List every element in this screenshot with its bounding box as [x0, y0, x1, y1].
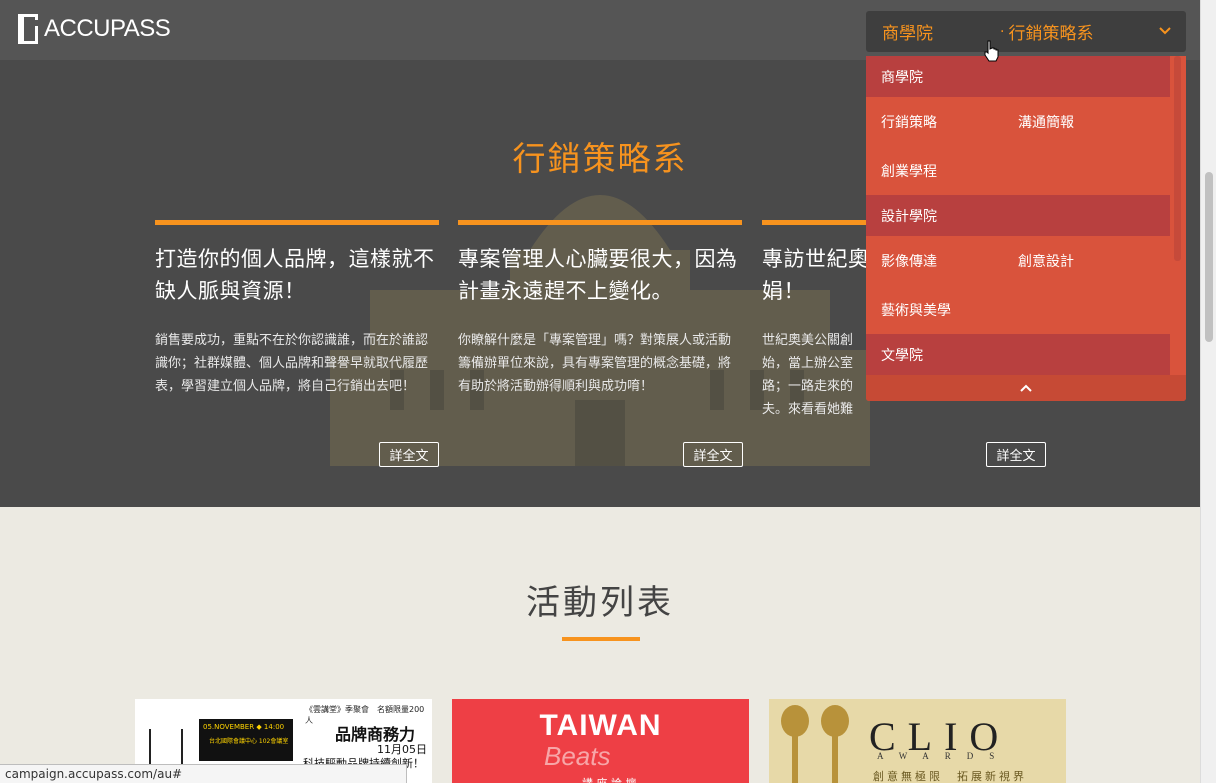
event-card[interactable]: TAIWAN Beats 講 座 論 壇 [452, 699, 749, 783]
card-accent-bar [762, 220, 872, 225]
article-title[interactable]: 打造你的個人品牌，這樣就不缺人脈與資源！ [155, 243, 439, 307]
event-card[interactable]: CLIO AWARDS 創意無極限 拓展新視界 [769, 699, 1066, 783]
page-scroll-thumb[interactable] [1205, 172, 1213, 342]
department-dropdown: 商學院 行銷策略 溝通簡報 創業學程 設計學院 影像傳達 創意設計 藝術與美學 … [866, 56, 1186, 401]
event-footer: 講 座 論 壇 [582, 775, 637, 783]
excerpt-line: 世紀奧美公關創 [762, 333, 854, 348]
dropdown-collapse-button[interactable] [866, 375, 1186, 401]
dropdown-scroll-thumb[interactable] [1174, 56, 1181, 261]
article-excerpt: 你瞭解什麼是「專案管理」嗎？對策展人或活動籌備辦單位來說，具有專案管理的概念基礎… [458, 333, 732, 394]
page-scrollbar[interactable] [1200, 0, 1216, 783]
article-title-line-2: 娟！ [762, 279, 805, 303]
article-card: 打造你的個人品牌，這樣就不缺人脈與資源！ 銷售要成功，重點不在於你認識誰，而在於… [155, 220, 439, 398]
door-logo-icon [18, 14, 38, 44]
status-bar-url: campaign.accupass.com/au# [0, 764, 407, 783]
title-underline [562, 637, 640, 641]
event-title: TAIWAN [539, 709, 662, 742]
article-title-line-1: 專訪世紀奧 [762, 247, 870, 271]
dropdown-dept-row: 創業學程 [866, 146, 1170, 195]
article-excerpt: 銷售要成功，重點不在於你認識誰，而在於誰認識你；社群媒體、個人品牌和聲譽早就取代… [155, 333, 429, 394]
dropdown-scrollbar[interactable] [1170, 56, 1186, 376]
top-navbar: ACCUPASS 商學院 · 行銷策略系 [0, 0, 1200, 60]
dropdown-item-marketing[interactable]: 行銷策略 [881, 112, 1018, 132]
events-section: 活動列表 05.NOVEMBER ◆ 14:00 台北國際會議中心 102會議室… [0, 507, 1200, 783]
dropdown-dept-row: 行銷策略 溝通簡報 [866, 97, 1170, 146]
chevron-down-icon [1159, 27, 1171, 35]
read-more-button[interactable]: 詳全文 [379, 442, 439, 467]
accupass-logo[interactable]: ACCUPASS [18, 14, 171, 44]
excerpt-line: 路；一路走來的 [762, 379, 854, 394]
event-box-venue: 台北國際會議中心 102會議室 [209, 738, 289, 745]
article-title[interactable]: 專案管理人心臟要很大，因為計畫永遠趕不上變化。 [458, 243, 742, 307]
hand-cursor-icon [984, 40, 999, 62]
selected-department: 行銷策略系 [1008, 24, 1094, 44]
article-card: 專訪世紀奧娟！ 世紀奧美公關創 始，當上辦公室 路；一路走來的 夫。來看看她難 [762, 220, 872, 421]
read-more-button[interactable]: 詳全文 [986, 442, 1046, 467]
dropdown-school-business[interactable]: 商學院 [866, 56, 1170, 97]
trophy-statues-icon [781, 705, 849, 783]
dropdown-list: 商學院 行銷策略 溝通簡報 創業學程 設計學院 影像傳達 創意設計 藝術與美學 … [866, 56, 1170, 375]
dropdown-school-liberal-arts[interactable]: 文學院 [866, 334, 1170, 375]
event-subtitle: Beats [544, 741, 611, 771]
dropdown-item-visual[interactable]: 影像傳達 [881, 251, 1018, 271]
dropdown-item-presentation[interactable]: 溝通簡報 [1018, 112, 1074, 132]
article-excerpt: 世紀奧美公關創 始，當上辦公室 路；一路走來的 夫。來看看她難 [762, 329, 872, 421]
read-more-button[interactable]: 詳全文 [683, 442, 743, 467]
article-card: 專案管理人心臟要很大，因為計畫永遠趕不上變化。 你瞭解什麼是「專案管理」嗎？對策… [458, 220, 742, 398]
article-title[interactable]: 專訪世紀奧娟！ [762, 243, 872, 307]
dropdown-school-design[interactable]: 設計學院 [866, 195, 1170, 236]
event-subtitle: AWARDS [877, 751, 1011, 761]
card-accent-bar [458, 220, 742, 225]
dropdown-dept-row: 藝術與美學 [866, 285, 1170, 334]
dropdown-item-arts[interactable]: 藝術與美學 [881, 300, 1018, 320]
dropdown-item-creative[interactable]: 創意設計 [1018, 251, 1074, 271]
dropdown-item-entrepreneurship[interactable]: 創業學程 [881, 161, 1018, 181]
dropdown-dept-row: 影像傳達 創意設計 [866, 236, 1170, 285]
excerpt-line: 始，當上辦公室 [762, 356, 854, 371]
events-section-title: 活動列表 [526, 583, 674, 623]
card-accent-bar [155, 220, 439, 225]
selector-separator: · [1000, 23, 1005, 40]
department-selector[interactable]: 商學院 · 行銷策略系 [866, 11, 1186, 52]
excerpt-line: 夫。來看看她難 [762, 402, 854, 417]
event-box-date: 05.NOVEMBER ◆ 14:00 [203, 723, 285, 731]
chevron-up-icon [1020, 384, 1032, 392]
logo-text: ACCUPASS [44, 15, 171, 42]
event-tagline: 創意無極限 拓展新視界 [873, 770, 1027, 783]
